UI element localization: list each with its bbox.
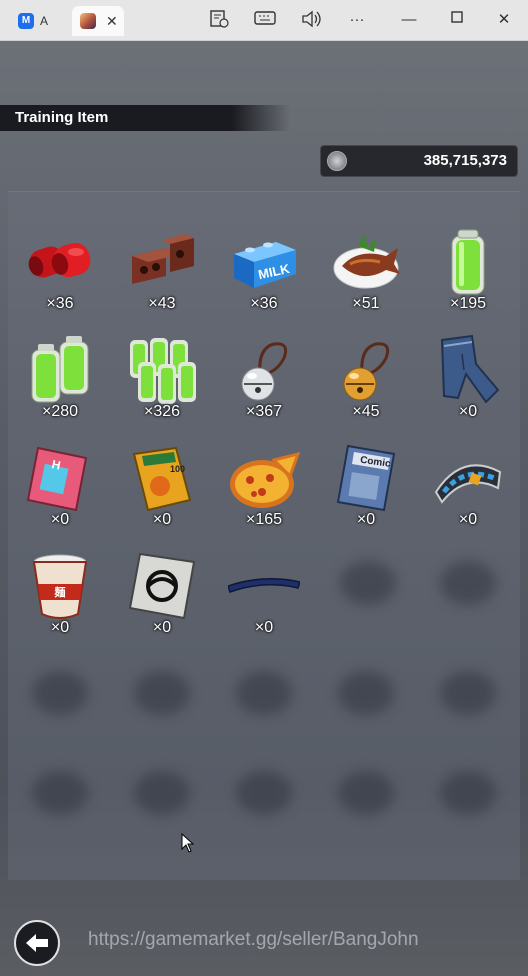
item-slot[interactable]: H ×0 xyxy=(10,442,110,546)
item-slot[interactable]: ×195 xyxy=(418,226,518,330)
item-count: ×0 xyxy=(458,511,478,528)
reading-mode-icon[interactable] xyxy=(208,10,230,30)
item-slot[interactable]: ×326 xyxy=(112,334,212,438)
pizza-icon xyxy=(230,451,300,508)
item-count: ×51 xyxy=(352,295,380,312)
item-slot[interactable]: ×36 xyxy=(10,226,110,330)
item-count: ×0 xyxy=(356,511,376,528)
empty-slot xyxy=(440,671,496,715)
item-count: ×326 xyxy=(143,403,181,420)
item-slot[interactable]: MILK ×36 xyxy=(214,226,314,330)
currency-display: 385,715,373 xyxy=(320,145,518,177)
item-slot[interactable]: ×0 xyxy=(418,442,518,546)
item-slot[interactable]: ×165 xyxy=(214,442,314,546)
item-count: ×0 xyxy=(254,619,274,636)
watermark: https://gamemarket.gg/seller/BangJohn xyxy=(88,929,419,950)
coin-icon xyxy=(327,151,347,171)
item-slot[interactable]: 麺 ×0 xyxy=(10,550,110,654)
silver-bell-icon xyxy=(241,342,288,401)
svg-text:100: 100 xyxy=(170,464,185,474)
cup-noodle-icon: 麺 xyxy=(32,554,88,619)
item-slot[interactable]: 100 ×0 xyxy=(112,442,212,546)
comic-book-icon: Comic xyxy=(336,444,396,512)
item-slot[interactable]: Comic ×0 xyxy=(316,442,416,546)
headband-icon xyxy=(434,464,502,504)
app-icon: M xyxy=(18,13,34,29)
game-viewport: Training Item 385,715,373 ×36 ×43 MILK ×… xyxy=(0,41,528,976)
empty-slot xyxy=(32,771,88,815)
item-slot[interactable]: ×45 xyxy=(316,334,416,438)
jeans-icon xyxy=(440,334,500,404)
item-slot[interactable]: ×0 xyxy=(418,334,518,438)
empty-slot xyxy=(32,671,88,715)
item-slot[interactable]: ×0 xyxy=(214,550,314,654)
empty-slot xyxy=(134,771,190,815)
item-count: ×280 xyxy=(41,403,79,420)
back-arrow-icon xyxy=(26,934,48,952)
browser-tab-active[interactable]: ✕ xyxy=(72,6,124,36)
svg-text:麺: 麺 xyxy=(54,585,66,599)
browser-tab[interactable]: M A xyxy=(10,6,68,36)
empty-slot xyxy=(338,671,394,715)
page-title: Training Item xyxy=(15,109,109,126)
close-window-icon[interactable]: ✕ xyxy=(493,10,515,30)
item-count: ×0 xyxy=(50,511,70,528)
game-icon xyxy=(80,13,96,29)
item-slot[interactable]: ×51 xyxy=(316,226,416,330)
energy-drink-icon xyxy=(451,229,485,295)
item-count: ×36 xyxy=(250,295,278,312)
emblem-card-icon xyxy=(128,552,196,620)
item-count: ×0 xyxy=(152,619,172,636)
empty-slot xyxy=(134,671,190,715)
milk-carton-icon: MILK xyxy=(234,242,296,288)
item-slot[interactable]: ×43 xyxy=(112,226,212,330)
empty-slot xyxy=(440,771,496,815)
maximize-icon[interactable] xyxy=(446,10,468,30)
book-icon: 100 xyxy=(132,446,192,512)
energy-drink-pack-icon xyxy=(130,338,196,404)
keyboard-icon[interactable] xyxy=(253,10,277,30)
grilled-fish-icon xyxy=(333,234,400,289)
red-dumbbell-icon xyxy=(28,243,91,278)
tab-label: A xyxy=(40,14,49,28)
item-count: ×165 xyxy=(245,511,283,528)
back-button[interactable] xyxy=(14,920,60,966)
brick-icon xyxy=(132,234,194,284)
browser-titlebar: M A ✕ ··· — ✕ xyxy=(0,0,528,41)
item-slot[interactable]: ×367 xyxy=(214,334,314,438)
minimize-icon[interactable]: — xyxy=(398,10,420,30)
item-count: ×195 xyxy=(449,295,487,312)
empty-slot xyxy=(340,561,396,605)
empty-slot xyxy=(440,561,496,605)
item-slot[interactable]: ×280 xyxy=(10,334,110,438)
item-slot[interactable]: ×0 xyxy=(112,550,212,654)
blue-band-icon xyxy=(228,578,300,593)
close-tab-icon[interactable]: ✕ xyxy=(106,13,118,30)
item-count: ×36 xyxy=(46,295,74,312)
volume-icon[interactable] xyxy=(300,10,322,30)
item-count: ×367 xyxy=(245,403,283,420)
item-count: ×45 xyxy=(352,403,380,420)
item-count: ×43 xyxy=(148,295,176,312)
magazine-icon: H xyxy=(26,446,88,512)
more-icon[interactable]: ··· xyxy=(346,10,368,30)
empty-slot xyxy=(338,771,394,815)
item-count: ×0 xyxy=(50,619,70,636)
empty-slot xyxy=(236,771,292,815)
item-count: ×0 xyxy=(152,511,172,528)
gold-bell-icon xyxy=(343,342,390,401)
mouse-cursor-icon xyxy=(181,833,195,853)
item-count: ×0 xyxy=(458,403,478,420)
energy-drink-pair-icon xyxy=(31,336,89,403)
currency-value: 385,715,373 xyxy=(423,152,507,169)
empty-slot xyxy=(236,671,292,715)
